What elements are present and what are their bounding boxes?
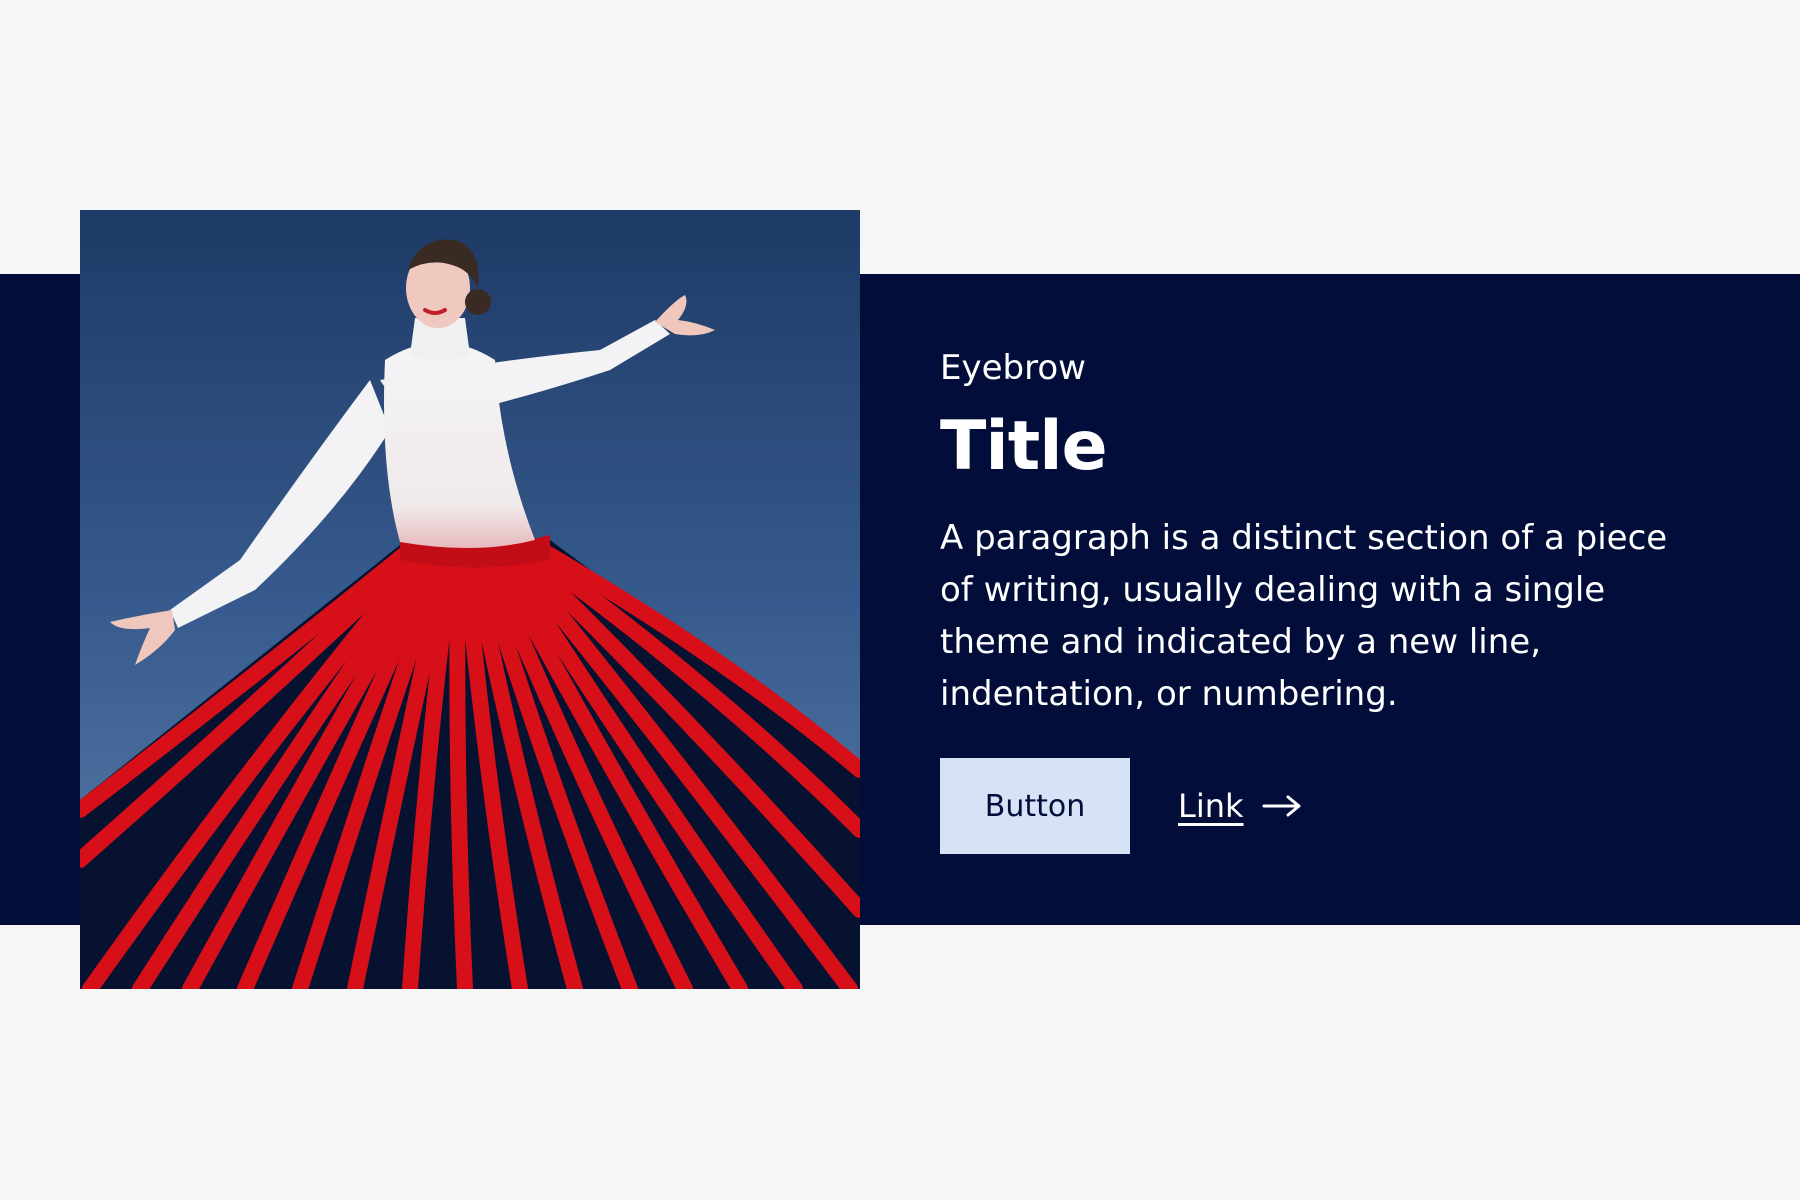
hero-actions: Button Link [940,758,1700,854]
hero-title: Title [940,407,1108,486]
hero-paragraph: A paragraph is a distinct section of a p… [940,518,1668,714]
hero-content: Eyebrow Title A paragraph is a distinct … [940,340,1700,854]
hero-link-label: Link [1178,787,1244,825]
hero-link[interactable]: Link [1178,787,1302,825]
dancer-photo [80,210,860,989]
primary-button[interactable]: Button [940,758,1130,854]
arrow-right-icon [1262,795,1302,817]
eyebrow-text: Eyebrow [940,348,1086,388]
